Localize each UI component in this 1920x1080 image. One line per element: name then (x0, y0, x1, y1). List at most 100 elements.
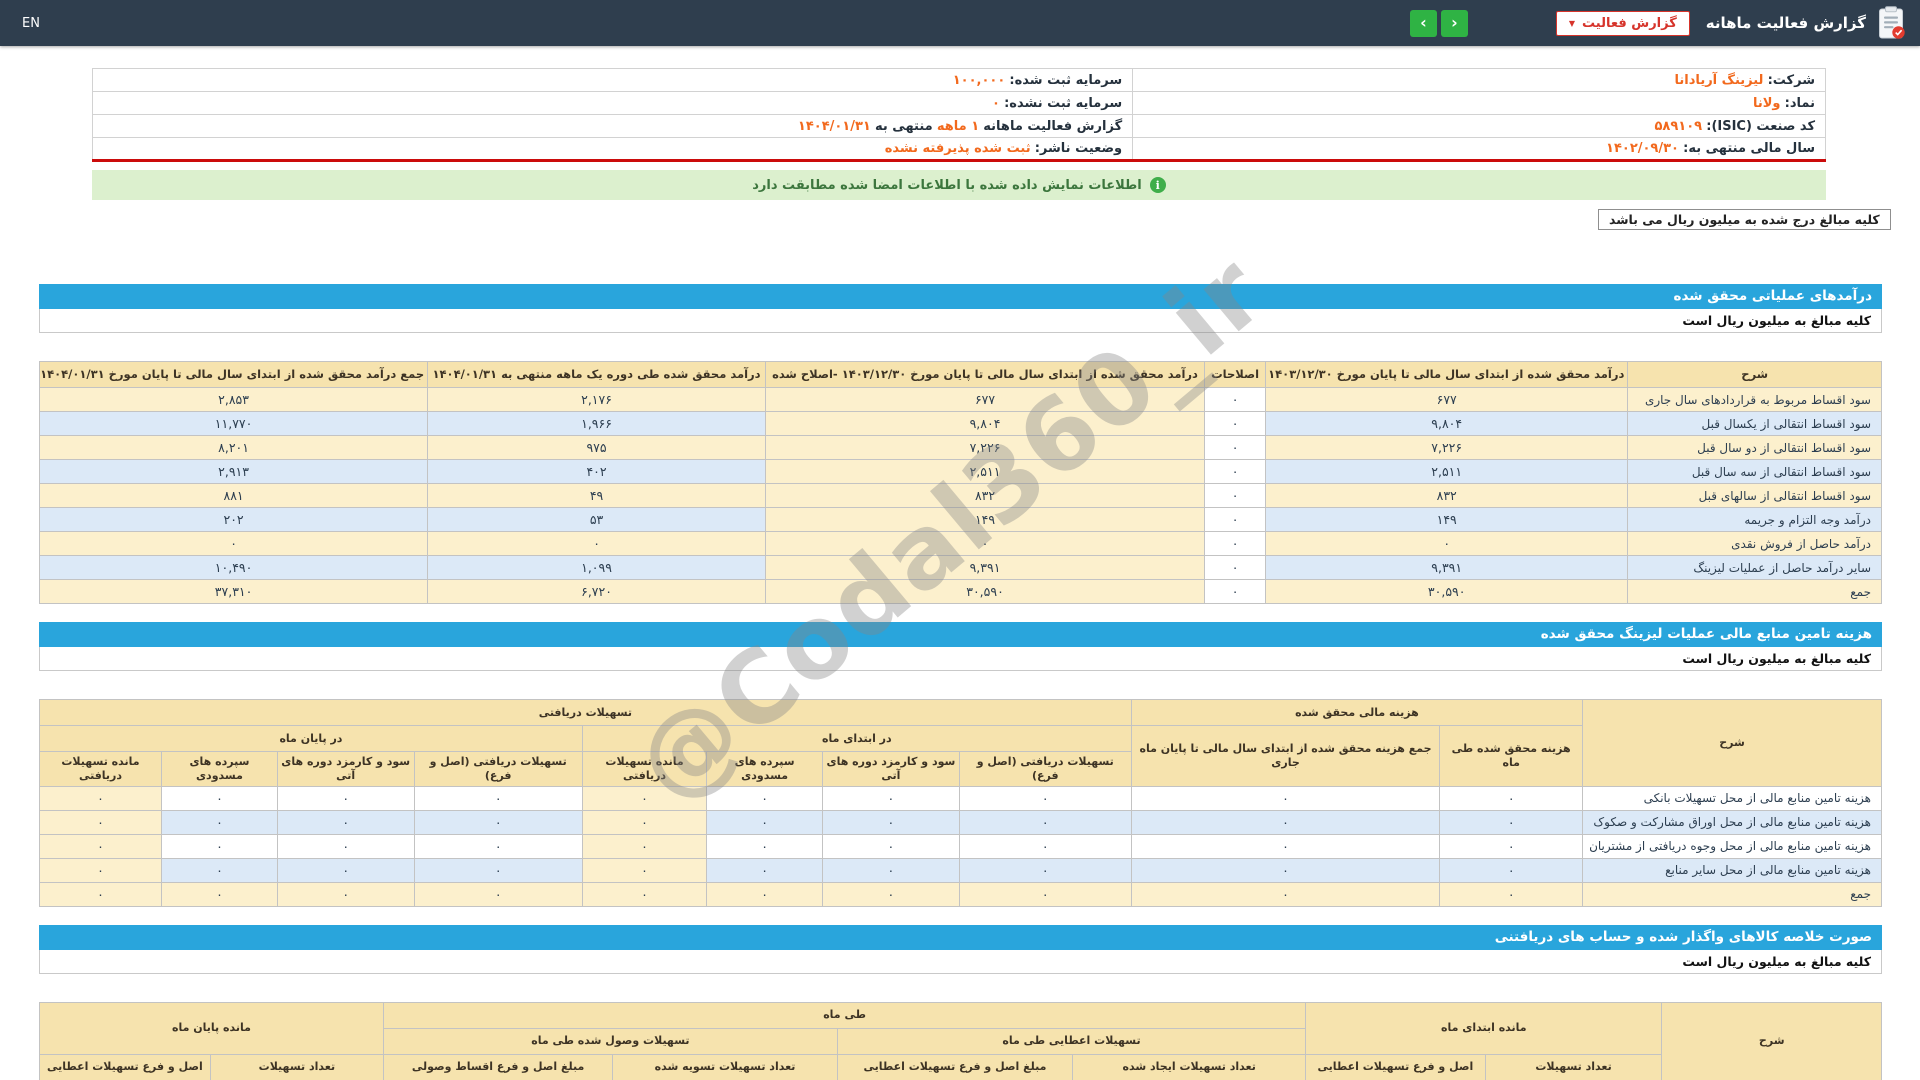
value-cell: ۰ (823, 810, 960, 834)
desc-cell: درآمد حاصل از فروش نقدی (1628, 532, 1882, 556)
value-cell: ۰ (162, 834, 278, 858)
value-cell: ۰ (707, 834, 823, 858)
table-row: سود اقساط انتقالی از یکسال قبل۹,۸۰۴۰۹,۸۰… (40, 412, 1882, 436)
value-cell: ۰ (162, 786, 278, 810)
value-cell: ۰ (40, 858, 162, 882)
table-row: نماد: ولانا سرمایه ثبت نشده: ۰ (93, 92, 1826, 115)
value-cell: ۷,۲۲۶ (1266, 436, 1628, 460)
table-header-row: شرح مانده ابتدای ماه طی ماه مانده پایان … (40, 1002, 1882, 1028)
column-header: تعداد تسهیلات (210, 1054, 383, 1080)
value-cell: ۰ (1205, 388, 1266, 412)
value-cell: ۸۳۲ (1266, 484, 1628, 508)
publisher-status-label: وضعیت ناشر: (1035, 141, 1122, 156)
section-finance-costs: هزینه تامین منابع مالی عملیات لیزینگ محق… (39, 622, 1882, 907)
column-header: شرح (1628, 362, 1882, 388)
column-header: درآمد محقق شده از ابتدای سال مالی تا پای… (765, 362, 1204, 388)
value-cell: ۰ (707, 858, 823, 882)
value-cell: ۰ (277, 834, 414, 858)
fiscal-year-value: ۱۴۰۲/۰۹/۳۰ (1606, 141, 1679, 156)
desc-cell: سایر درآمد حاصل از عملیات لیزینگ (1628, 556, 1882, 580)
column-group-header: هزینه مالی محقق شده (1131, 700, 1582, 726)
unregistered-capital-cell: سرمایه ثبت نشده: ۰ (93, 92, 1133, 115)
column-header: مانده تسهیلات دریافتی (40, 752, 162, 787)
report-type-dropdown[interactable]: گزارش فعالیت ▼ (1556, 11, 1690, 36)
value-cell: ۰ (1440, 834, 1583, 858)
column-header: شرح (1662, 1002, 1882, 1080)
value-cell: ۲,۸۵۳ (40, 388, 428, 412)
column-header: تسهیلات دریافتی (اصل و فرع) (959, 752, 1131, 787)
value-cell: ۰ (162, 882, 278, 906)
value-cell: ۹۷۵ (428, 436, 766, 460)
period-ending-label: منتهی به (875, 119, 933, 134)
column-group-header: مانده ابتدای ماه (1306, 1002, 1662, 1054)
table-row: جمع۳۰,۵۹۰۰۳۰,۵۹۰۶,۷۲۰۳۷,۳۱۰ (40, 580, 1882, 604)
value-cell: ۰ (40, 532, 428, 556)
value-cell: ۰ (959, 882, 1131, 906)
value-cell: ۲,۵۱۱ (1266, 460, 1628, 484)
value-cell: ۳۷,۳۱۰ (40, 580, 428, 604)
column-header: تسهیلات دریافتی (اصل و فرع) (414, 752, 582, 787)
value-cell: ۰ (707, 882, 823, 906)
registered-capital-cell: سرمایه ثبت شده: ۱۰۰,۰۰۰ (93, 69, 1133, 92)
value-cell: ۵۳ (428, 508, 766, 532)
report-type-label: گزارش فعالیت (1582, 16, 1677, 31)
column-group-header: در پایان ماه (40, 726, 583, 752)
value-cell: ۸۳۲ (765, 484, 1204, 508)
value-cell: ۱,۰۹۹ (428, 556, 766, 580)
value-cell: ۰ (40, 786, 162, 810)
value-cell: ۰ (277, 810, 414, 834)
value-cell: ۰ (1205, 412, 1266, 436)
company-label: شرکت: (1768, 73, 1815, 88)
desc-cell: سود اقساط انتقالی از سالهای قبل (1628, 484, 1882, 508)
value-cell: ۰ (277, 858, 414, 882)
column-header: مبلغ اصل و فرع اقساط وصولی (383, 1054, 612, 1080)
language-toggle[interactable]: EN (14, 12, 48, 35)
value-cell: ۰ (277, 786, 414, 810)
value-cell: ۶,۷۲۰ (428, 580, 766, 604)
section-header: صورت خلاصه کالاهای واگذار شده و حساب های… (39, 925, 1882, 950)
value-cell: ۰ (414, 810, 582, 834)
nav-previous-button[interactable]: ‹ (1410, 10, 1437, 37)
registered-capital-value: ۱۰۰,۰۰۰ (953, 73, 1006, 88)
value-cell: ۰ (582, 810, 706, 834)
column-group-header: طی ماه (383, 1002, 1305, 1028)
finance-costs-table: شرح هزینه مالی محقق شده تسهیلات دریافتی … (39, 699, 1882, 907)
column-group-header: مانده پایان ماه (40, 1002, 384, 1054)
top-navigation-bar: گزارش فعالیت ماهانه گزارش فعالیت ▼ ‹ › E… (0, 0, 1920, 46)
isic-value: ۵۸۹۱۰۹ (1655, 119, 1703, 134)
value-cell: ۸۸۱ (40, 484, 428, 508)
value-cell: ۰ (1266, 532, 1628, 556)
value-cell: ۹,۳۹۱ (765, 556, 1204, 580)
page-title: گزارش فعالیت ماهانه (1706, 14, 1866, 32)
period-ending-value: ۱۴۰۴/۰۱/۳۱ (798, 119, 871, 134)
table-row: هزینه تامین منابع مالی از محل اوراق مشار… (40, 810, 1882, 834)
unregistered-capital-value: ۰ (992, 96, 1000, 111)
value-cell: ۰ (707, 810, 823, 834)
section-header: درآمدهای عملیاتی محقق شده (39, 284, 1882, 309)
value-cell: ۰ (1440, 882, 1583, 906)
table-row: سود اقساط انتقالی از سه سال قبل۲,۵۱۱۰۲,۵… (40, 460, 1882, 484)
isic-label: کد صنعت (ISIC): (1706, 119, 1815, 134)
value-cell: ۰ (1205, 532, 1266, 556)
chevron-down-icon: ▼ (1569, 19, 1575, 28)
value-cell: ۰ (1131, 834, 1440, 858)
value-cell: ۴۰۲ (428, 460, 766, 484)
value-cell: ۳۰,۵۹۰ (1266, 580, 1628, 604)
nav-next-button[interactable]: › (1441, 10, 1468, 37)
column-header: تعداد تسهیلات تسویه شده (613, 1054, 838, 1080)
value-cell: ۰ (40, 882, 162, 906)
column-header: هزینه محقق شده طی ماه (1440, 726, 1583, 787)
table-row: سود اقساط انتقالی از دو سال قبل۷,۲۲۶۰۷,۲… (40, 436, 1882, 460)
value-cell: ۰ (1131, 858, 1440, 882)
desc-cell: درآمد وجه التزام و جریمه (1628, 508, 1882, 532)
value-cell: ۶۷۷ (1266, 388, 1628, 412)
section-operating-income: درآمدهای عملیاتی محقق شده کلیه مبالغ به … (39, 284, 1882, 604)
column-group-header: در ابتدای ماه (582, 726, 1131, 752)
value-cell: ۲,۵۱۱ (765, 460, 1204, 484)
table-row: سایر درآمد حاصل از عملیات لیزینگ۹,۳۹۱۰۹,… (40, 556, 1882, 580)
goods-receivables-table: شرح مانده ابتدای ماه طی ماه مانده پایان … (39, 1002, 1882, 1080)
table-row: جمع۰۰۰۰۰۰۰۰۰۰ (40, 882, 1882, 906)
unregistered-capital-label: سرمایه ثبت نشده: (1004, 96, 1122, 111)
info-icon: i (1150, 177, 1166, 193)
symbol-label: نماد: (1785, 96, 1815, 111)
